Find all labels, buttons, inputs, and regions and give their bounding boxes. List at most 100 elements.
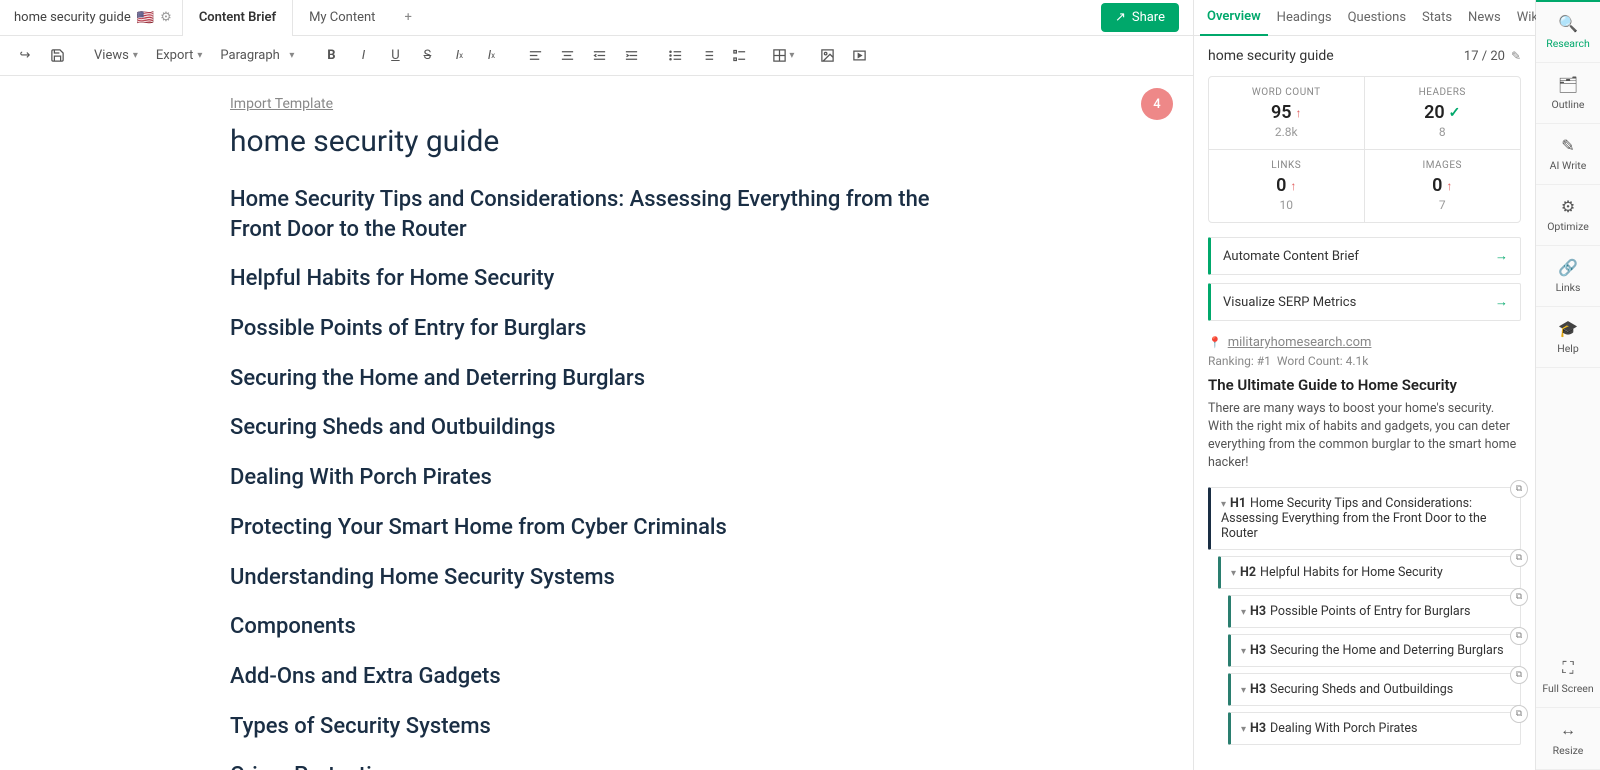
arrow-up-icon: ↑ <box>1446 179 1452 193</box>
copy-icon[interactable]: ⧉ <box>1510 588 1528 606</box>
editor-heading[interactable]: Protecting Your Smart Home from Cyber Cr… <box>230 513 950 543</box>
rail-item-full-screen[interactable]: ⛶ Full Screen <box>1536 646 1600 708</box>
views-dropdown[interactable]: Views▾ <box>86 41 146 71</box>
copy-icon[interactable]: ⧉ <box>1510 666 1528 684</box>
rail-item-outline[interactable]: 🗂Outline <box>1536 63 1600 124</box>
chevron-down-icon: ▾ <box>133 50 138 61</box>
editor-heading[interactable]: Securing the Home and Deterring Burglars <box>230 364 950 394</box>
italic-slash-button[interactable]: Ix <box>444 41 474 71</box>
outline-item[interactable]: ▾H3Securing the Home and Deterring Burgl… <box>1228 634 1521 667</box>
bullet-list-button[interactable] <box>660 41 690 71</box>
chevron-down-icon[interactable]: ▾ <box>1221 499 1226 510</box>
chevron-down-icon: ▾ <box>789 50 794 61</box>
serp-domain-link[interactable]: militaryhomesearch.com <box>1228 335 1372 350</box>
score-badge[interactable]: 4 <box>1141 88 1173 120</box>
gear-icon[interactable]: ⚙ <box>160 10 172 25</box>
outline-text: Securing Sheds and Outbuildings <box>1270 682 1453 697</box>
editor-heading[interactable]: Types of Security Systems <box>230 712 950 742</box>
rail-icon: ⛶ <box>1562 658 1573 678</box>
indent-button[interactable] <box>616 41 646 71</box>
editor-heading[interactable]: Helpful Habits for Home Security <box>230 264 950 294</box>
copy-icon[interactable]: ⧉ <box>1510 627 1528 645</box>
visualize-serp-button[interactable]: Visualize SERP Metrics → <box>1208 283 1521 321</box>
editor-heading[interactable]: Understanding Home Security Systems <box>230 563 950 593</box>
tab-my-content[interactable]: My Content <box>293 0 392 36</box>
italic-button[interactable]: I <box>348 41 378 71</box>
side-tab-stats[interactable]: Stats <box>1415 0 1459 36</box>
side-body: home security guide 17 / 20 ✎ WORD COUNT… <box>1194 36 1535 770</box>
video-button[interactable] <box>844 41 874 71</box>
rail-item-links[interactable]: 🔗Links <box>1536 246 1600 307</box>
chevron-down-icon[interactable]: ▾ <box>1231 568 1236 579</box>
checklist-button[interactable] <box>724 41 754 71</box>
import-template-link[interactable]: Import Template <box>230 96 333 112</box>
chevron-down-icon[interactable]: ▾ <box>1241 646 1246 657</box>
paragraph-dropdown[interactable]: Paragraph▾ <box>212 41 302 71</box>
arrow-up-icon: ↑ <box>1290 179 1296 193</box>
rail-item-optimize[interactable]: ⚙Optimize <box>1536 185 1600 246</box>
tab-content-brief[interactable]: Content Brief <box>182 0 293 36</box>
underline-button[interactable]: U <box>380 41 410 71</box>
editor-area[interactable]: 4 Import Template home security guide Ho… <box>0 76 1193 770</box>
automate-content-brief-button[interactable]: Automate Content Brief → <box>1208 237 1521 275</box>
stat-links: LINKS 0↑ 10 <box>1209 150 1365 222</box>
rail-label: Links <box>1556 281 1581 294</box>
outline-item[interactable]: ▾H3Dealing With Porch Pirates⧉ <box>1228 712 1521 745</box>
editor-heading[interactable]: Add-Ons and Extra Gadgets <box>230 662 950 692</box>
add-tab-button[interactable]: + <box>392 10 423 25</box>
outdent-button[interactable] <box>584 41 614 71</box>
rail-item-resize[interactable]: ↔Resize <box>1536 708 1600 770</box>
align-center-button[interactable] <box>552 41 582 71</box>
redo-button[interactable]: ↪ <box>10 41 40 71</box>
rail-item-research[interactable]: 🔍Research <box>1536 0 1600 63</box>
save-button[interactable] <box>42 41 72 71</box>
strike-button[interactable]: S <box>412 41 442 71</box>
rail-label: Full Screen <box>1542 682 1593 695</box>
stat-headers: HEADERS 20✓ 8 <box>1365 77 1521 150</box>
bold-button[interactable]: B <box>316 41 346 71</box>
rail-icon: ⚙ <box>1561 197 1575 216</box>
rail-item-help[interactable]: 🎓Help <box>1536 307 1600 368</box>
chevron-down-icon[interactable]: ▾ <box>1241 724 1246 735</box>
outline-item[interactable]: ▾H3Securing Sheds and Outbuildings⧉ <box>1228 673 1521 706</box>
heading-level: H1 <box>1230 496 1246 511</box>
editor-heading[interactable]: Components <box>230 612 950 642</box>
numbered-list-button[interactable] <box>692 41 722 71</box>
share-button[interactable]: ↗ Share <box>1101 3 1179 32</box>
pencil-icon[interactable]: ✎ <box>1511 49 1521 63</box>
rail-label: Resize <box>1553 744 1584 757</box>
editor-heading[interactable]: Home Security Tips and Considerations: A… <box>230 185 950 244</box>
editor-heading[interactable]: Crime Protection <box>230 761 950 770</box>
side-tab-headings[interactable]: Headings <box>1270 0 1339 36</box>
chevron-down-icon[interactable]: ▾ <box>1241 685 1246 696</box>
arrow-right-icon: → <box>1495 294 1508 310</box>
document-title[interactable]: home security guide <box>230 124 1193 159</box>
serp-description: There are many ways to boost your home's… <box>1208 400 1521 473</box>
image-button[interactable] <box>812 41 842 71</box>
align-left-button[interactable] <box>520 41 550 71</box>
clear-format-button[interactable]: Ix <box>476 41 506 71</box>
outline-item[interactable]: ▾H2Helpful Habits for Home Security⧉ <box>1218 556 1521 589</box>
outline-item[interactable]: ▾H3Possible Points of Entry for Burglars… <box>1228 595 1521 628</box>
side-tab-news[interactable]: News <box>1461 0 1508 36</box>
editor-toolbar: ↪ Views▾ Export▾ Paragraph▾ B I U S Ix I… <box>0 36 1193 76</box>
export-dropdown[interactable]: Export▾ <box>148 41 211 71</box>
editor-heading[interactable]: Dealing With Porch Pirates <box>230 463 950 493</box>
copy-icon[interactable]: ⧉ <box>1510 480 1528 498</box>
rail-icon: 🗂 <box>1558 75 1578 94</box>
copy-icon[interactable]: ⧉ <box>1510 549 1528 567</box>
heading-level: H3 <box>1250 604 1266 619</box>
chevron-down-icon[interactable]: ▾ <box>1241 607 1246 618</box>
editor-heading[interactable]: Possible Points of Entry for Burglars <box>230 314 950 344</box>
rail-icon: 🎓 <box>1558 319 1578 338</box>
table-button[interactable]: ▾ <box>768 41 798 71</box>
editor-heading[interactable]: Securing Sheds and Outbuildings <box>230 413 950 443</box>
side-tab-questions[interactable]: Questions <box>1341 0 1413 36</box>
rail-icon: 🔍 <box>1558 14 1578 33</box>
right-rail: 🔍Research🗂Outline✎AI Write⚙Optimize🔗Link… <box>1536 0 1600 770</box>
side-tab-overview[interactable]: Overview <box>1200 0 1268 36</box>
heading-level: H3 <box>1250 643 1266 658</box>
rail-item-ai-write[interactable]: ✎AI Write <box>1536 124 1600 185</box>
copy-icon[interactable]: ⧉ <box>1510 705 1528 723</box>
outline-item[interactable]: ▾H1Home Security Tips and Considerations… <box>1208 487 1521 550</box>
